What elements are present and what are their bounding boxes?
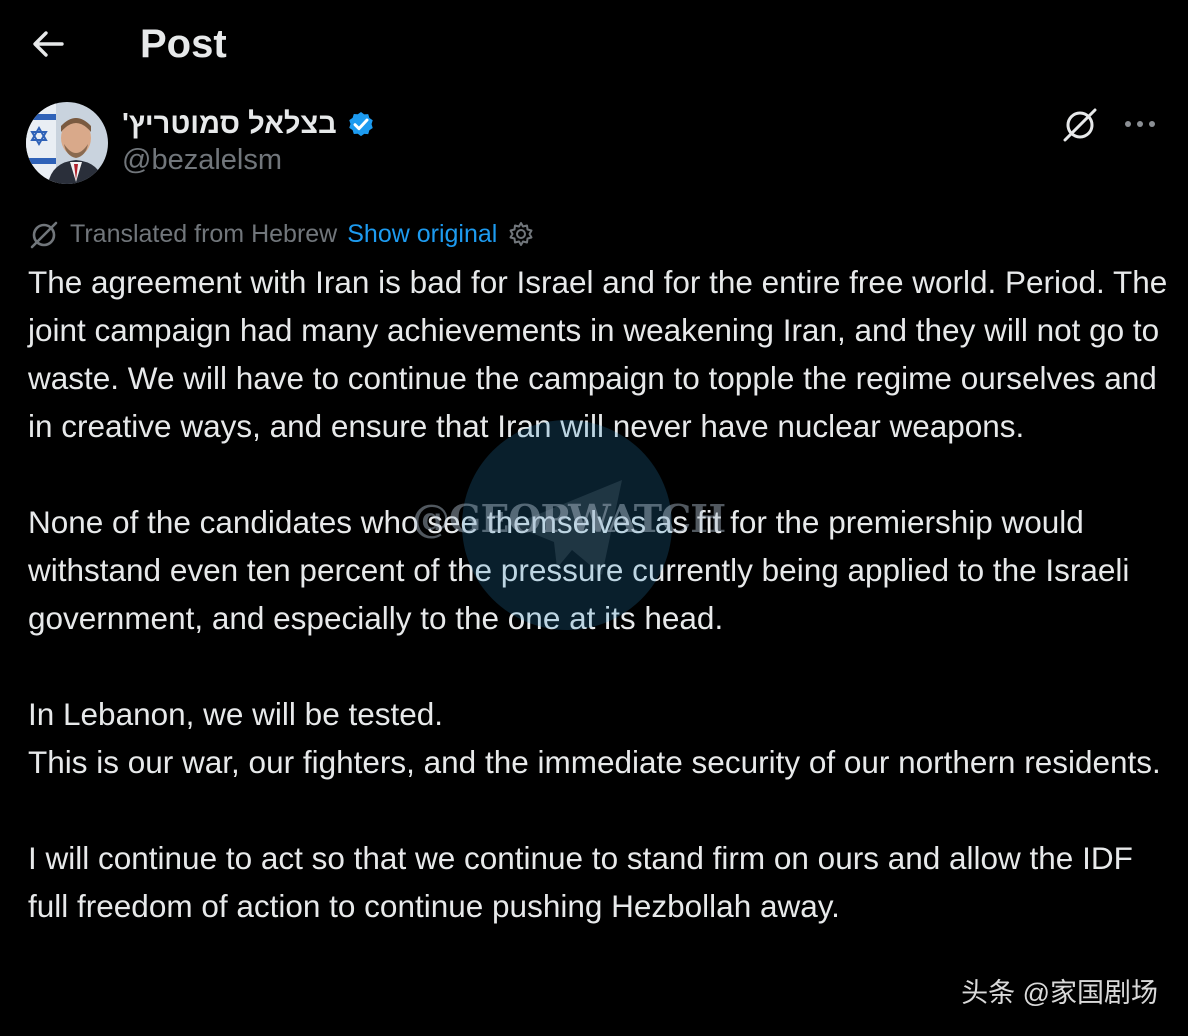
- grok-icon: [1063, 108, 1097, 142]
- display-name-row: בצלאל סמוטריץ': [122, 104, 377, 144]
- post-text: The agreement with Iran is bad for Israe…: [28, 258, 1168, 930]
- post-paragraph: None of the candidates who see themselve…: [28, 504, 1130, 636]
- back-button[interactable]: [28, 24, 68, 64]
- page-title: Post: [140, 22, 227, 66]
- author-handle[interactable]: @bezalelsm: [122, 144, 282, 177]
- display-name[interactable]: בצלאל סמוטריץ': [122, 108, 337, 141]
- source-watermark: 头条 @家国剧场: [961, 978, 1158, 1008]
- arrow-left-icon: [33, 31, 64, 57]
- show-original-link[interactable]: Show original: [347, 220, 497, 249]
- post-paragraph: The agreement with Iran is bad for Israe…: [28, 264, 1168, 444]
- post-paragraph: This is our war, our fighters, and the i…: [28, 744, 1161, 780]
- verified-badge-icon: [348, 112, 373, 137]
- post-author: בצלאל סמוטריץ' @bezalelsm: [26, 100, 1166, 190]
- translation-notice: Translated from Hebrew Show original: [28, 216, 535, 252]
- gear-icon: [509, 222, 533, 246]
- grok-translate-icon: [30, 221, 58, 249]
- top-bar: Post: [0, 0, 1188, 90]
- more-icon: [1125, 121, 1155, 127]
- translated-from-label: Translated from Hebrew: [70, 219, 338, 248]
- more-button[interactable]: [1120, 104, 1160, 144]
- translation-settings-button[interactable]: [507, 220, 535, 248]
- grok-button[interactable]: [1060, 104, 1100, 144]
- avatar[interactable]: [26, 102, 108, 184]
- avatar-image: [26, 102, 108, 184]
- post-paragraph: In Lebanon, we will be tested.: [28, 696, 444, 732]
- post-paragraph: I will continue to act so that we contin…: [28, 840, 1133, 924]
